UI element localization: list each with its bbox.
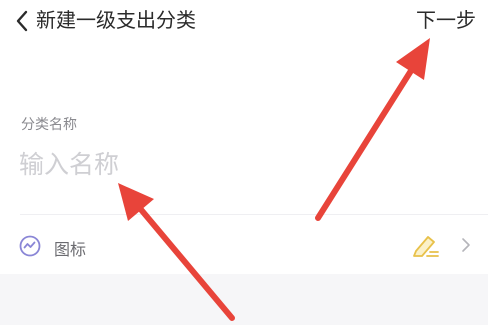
back-button[interactable] [10,8,34,34]
pencil-icon [413,236,439,257]
category-form-card: 分类名称 图标 [0,44,488,274]
next-step-button[interactable]: 下一步 [416,5,476,35]
category-name-input[interactable] [19,142,459,186]
icon-picker-row[interactable]: 图标 [0,215,488,273]
chevron-right-icon [462,238,470,252]
chart-circle-icon [19,235,41,257]
category-name-label: 分类名称 [21,117,77,133]
chevron-left-icon [16,10,28,32]
top-bar: 新建一级支出分类 下一步 [0,0,488,44]
page-title: 新建一级支出分类 [36,8,196,32]
icon-label: 图标 [54,240,87,259]
